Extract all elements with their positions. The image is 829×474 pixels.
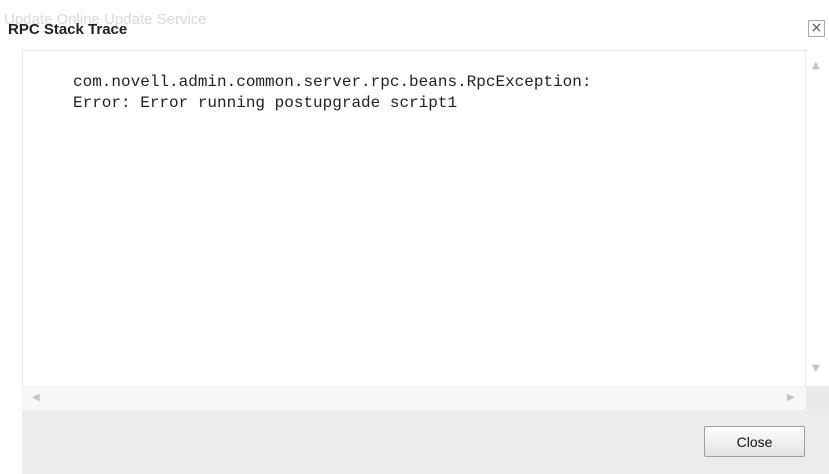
stack-trace-text: com.novell.admin.common.server.rpc.beans… xyxy=(73,72,591,114)
scroll-down-arrow-icon[interactable]: ▼ xyxy=(812,363,820,374)
scroll-up-arrow-icon[interactable]: ▲ xyxy=(812,60,820,71)
dialog-title: RPC Stack Trace xyxy=(8,21,128,38)
scroll-left-arrow-icon[interactable]: ◀ xyxy=(32,392,40,403)
scrollbar-corner xyxy=(806,386,829,410)
horizontal-scrollbar[interactable]: ◀ ▶ xyxy=(22,386,806,410)
close-icon[interactable]: × xyxy=(808,20,825,37)
scroll-right-arrow-icon[interactable]: ▶ xyxy=(787,392,795,403)
dialog-footer: Close xyxy=(22,410,829,474)
close-button[interactable]: Close xyxy=(704,426,805,457)
rpc-stack-trace-dialog: Update Online Update Service RPC Stack T… xyxy=(0,0,829,474)
vertical-scrollbar[interactable]: ▲ ▼ xyxy=(806,50,829,388)
stack-trace-text-area[interactable]: com.novell.admin.common.server.rpc.beans… xyxy=(22,50,806,388)
trace-line: Error: Error running postupgrade script1 xyxy=(73,94,458,112)
trace-line: com.novell.admin.common.server.rpc.beans… xyxy=(73,73,592,91)
